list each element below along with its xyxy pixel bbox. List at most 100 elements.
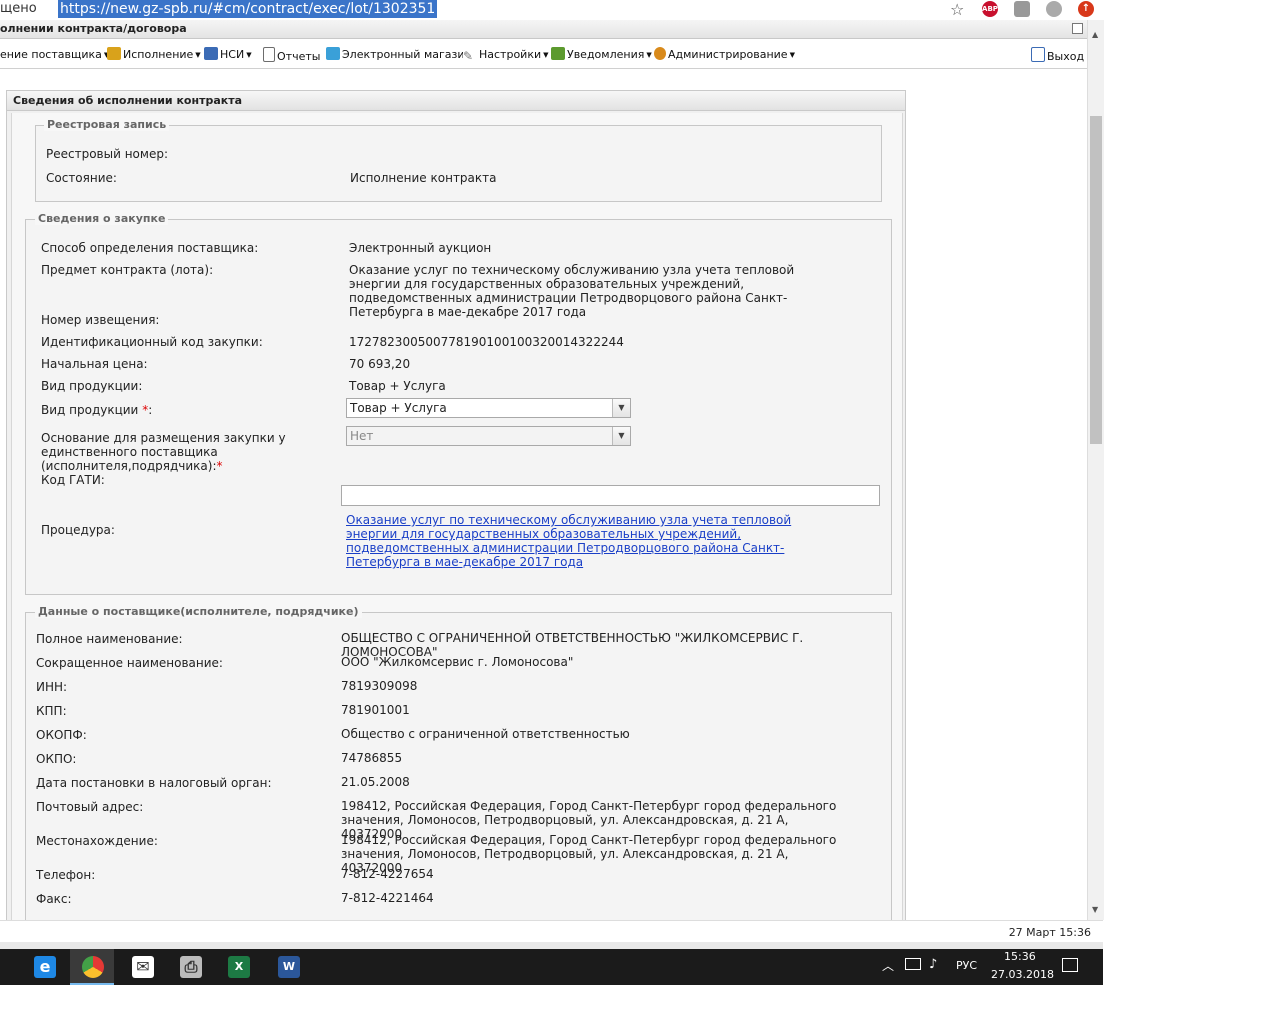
supplier-group: Данные о поставщике(исполнителе, подрядч… [25, 605, 892, 934]
notice-label: Номер извещения: [41, 313, 160, 327]
subject-label: Предмет контракта (лота): [41, 263, 214, 277]
extension-tool-icon[interactable] [1046, 1, 1062, 17]
supplier-phone-label: Телефон: [36, 868, 96, 882]
purchase-legend: Сведения о закупке [35, 212, 169, 225]
scroll-up-icon[interactable]: ▲ [1092, 30, 1098, 39]
menu-supplier-selection[interactable]: ение поставщика▼ [0, 47, 109, 63]
supplier-short-name-value: ООО "Жилкомсервис г. Ломоносова" [341, 655, 574, 669]
ikz-label: Идентификационный код закупки: [41, 335, 263, 349]
product-type-value: Товар + Услуга [349, 379, 446, 393]
supplier-postal-address-label: Почтовый адрес: [36, 800, 144, 814]
security-label: щено [0, 1, 37, 16]
menu-notifications[interactable]: Уведомления ▼ [551, 47, 652, 63]
taskbar-fax[interactable]: ⎙ [168, 949, 212, 985]
single-supplier-select[interactable]: Нет ▼ [346, 426, 631, 446]
menu-nsi[interactable]: НСИ ▼ [204, 47, 252, 63]
price-label: Начальная цена: [41, 357, 148, 371]
panel-title: Сведения об исполнении контракта [7, 91, 905, 111]
url-input[interactable]: https://new.gz-spb.ru/#cm/contract/exec/… [58, 0, 438, 18]
supplier-fax-label: Факс: [36, 892, 72, 906]
menu-e-shop[interactable]: Электронный магазин [326, 47, 472, 63]
method-label: Способ определения поставщика: [41, 241, 259, 255]
restore-window-icon[interactable] [1072, 23, 1083, 34]
tray-date[interactable]: 27.03.2018 [991, 968, 1054, 1004]
status-bar: 27 Март 15:36 [0, 920, 1103, 943]
supplier-short-name-label: Сокращенное наименование: [36, 656, 223, 670]
fax-icon: ⎙ [180, 956, 202, 978]
supplier-fax-value: 7-812-4221464 [341, 891, 434, 905]
supplier-tax-date-label: Дата постановки в налоговый орган: [36, 776, 272, 790]
book-icon [204, 47, 218, 60]
registry-state-label: Состояние: [46, 171, 117, 185]
main-menu: ение поставщика▼ Исполнение▼ НСИ▼ Отчеты… [0, 42, 1087, 69]
taskbar-excel[interactable]: X [216, 949, 260, 985]
mail-icon: ✉ [132, 956, 154, 978]
supplier-location-label: Местонахождение: [36, 834, 158, 848]
exit-button[interactable]: Выход [1031, 47, 1084, 63]
chevron-down-icon[interactable]: ▼ [612, 427, 630, 445]
tray-chevron-up-icon[interactable]: ︿ [882, 957, 894, 993]
method-value: Электронный аукцион [349, 241, 492, 255]
browser-address-bar: щено https://new.gz-spb.ru/#cm/contract/… [0, 0, 1103, 21]
extension-gray-icon[interactable] [1014, 1, 1030, 17]
supplier-okpo-label: ОКПО: [36, 752, 77, 766]
page-scrollbar[interactable]: ▲ ▼ [1087, 20, 1104, 920]
gati-input[interactable] [341, 485, 880, 506]
taskbar: e ✉ ⎙ X W ︿ ♪ РУС 15:36 27.03.2018 [0, 949, 1103, 985]
product-type-select[interactable]: Товар + Услуга ▼ [346, 398, 631, 418]
sheet-strip [0, 942, 1103, 949]
product-type-select-label: Вид продукции *: [41, 403, 153, 417]
extension-red-icon[interactable]: ↑ [1078, 1, 1094, 17]
cart-icon [326, 47, 340, 60]
execution-icon [107, 47, 121, 60]
supplier-inn-label: ИНН: [36, 680, 68, 694]
supplier-okpo-value: 74786855 [341, 751, 403, 765]
taskbar-word[interactable]: W [266, 949, 310, 985]
taskbar-mail[interactable]: ✉ [120, 949, 164, 985]
supplier-okopf-value: Общество с ограниченной ответственностью [341, 727, 630, 741]
panel-body: Реестровая запись Реестровый номер: Сост… [11, 113, 903, 934]
internet-explorer-icon: e [34, 956, 56, 978]
taskbar-ie[interactable]: e [22, 949, 66, 985]
supplier-kpp-label: КПП: [36, 704, 67, 718]
network-icon[interactable] [905, 958, 921, 970]
supplier-tax-date-value: 21.05.2008 [341, 775, 410, 789]
product-type-label: Вид продукции: [41, 379, 143, 393]
menu-administration[interactable]: Администрирование ▼ [654, 47, 795, 63]
chrome-icon [82, 956, 104, 978]
app-title: олнении контракта/договора [0, 22, 187, 35]
word-icon: W [278, 956, 300, 978]
chevron-down-icon[interactable]: ▼ [612, 399, 630, 417]
wrench-icon: ✎ [463, 50, 477, 63]
notification-center-icon[interactable] [1062, 958, 1078, 972]
price-value: 70 693,20 [349, 357, 411, 371]
single-supplier-label: Основание для размещения закупки у единс… [41, 431, 286, 473]
status-datetime: 27 Март 15:36 [1008, 926, 1091, 939]
notification-icon [551, 47, 565, 60]
registry-state-value: Исполнение контракта [350, 171, 497, 185]
menu-execution[interactable]: Исполнение ▼ [107, 47, 201, 63]
adblock-icon[interactable]: ABP [982, 1, 998, 17]
menu-settings[interactable]: ✎ Настройки ▼ [463, 47, 549, 63]
taskbar-chrome[interactable] [70, 949, 114, 985]
volume-icon[interactable]: ♪ [929, 957, 937, 993]
registry-group: Реестровая запись Реестровый номер: Сост… [35, 118, 882, 202]
registry-number-label: Реестровый номер: [46, 147, 168, 161]
scrollbar-thumb[interactable] [1090, 116, 1102, 444]
menu-reports[interactable]: Отчеты [263, 47, 320, 63]
scroll-down-icon[interactable]: ▼ [1092, 905, 1098, 914]
procedure-label: Процедура: [41, 523, 115, 537]
excel-icon: X [228, 956, 250, 978]
contract-execution-panel: Сведения об исполнении контракта Реестро… [6, 90, 906, 934]
procedure-link[interactable]: Оказание услуг по техническому обслужива… [346, 513, 831, 569]
supplier-inn-value: 7819309098 [341, 679, 418, 693]
subject-value: Оказание услуг по техническому обслужива… [349, 263, 795, 319]
gati-label: Код ГАТИ: [41, 473, 105, 487]
registry-legend: Реестровая запись [44, 118, 170, 131]
supplier-kpp-value: 781901001 [341, 703, 410, 717]
supplier-phone-value: 7-812-4227654 [341, 867, 434, 881]
input-language[interactable]: РУС [956, 959, 977, 995]
bookmark-star-icon[interactable]: ☆ [950, 0, 964, 19]
purchase-group: Сведения о закупке Способ определения по… [25, 212, 892, 595]
supplier-legend: Данные о поставщике(исполнителе, подрядч… [35, 605, 362, 618]
